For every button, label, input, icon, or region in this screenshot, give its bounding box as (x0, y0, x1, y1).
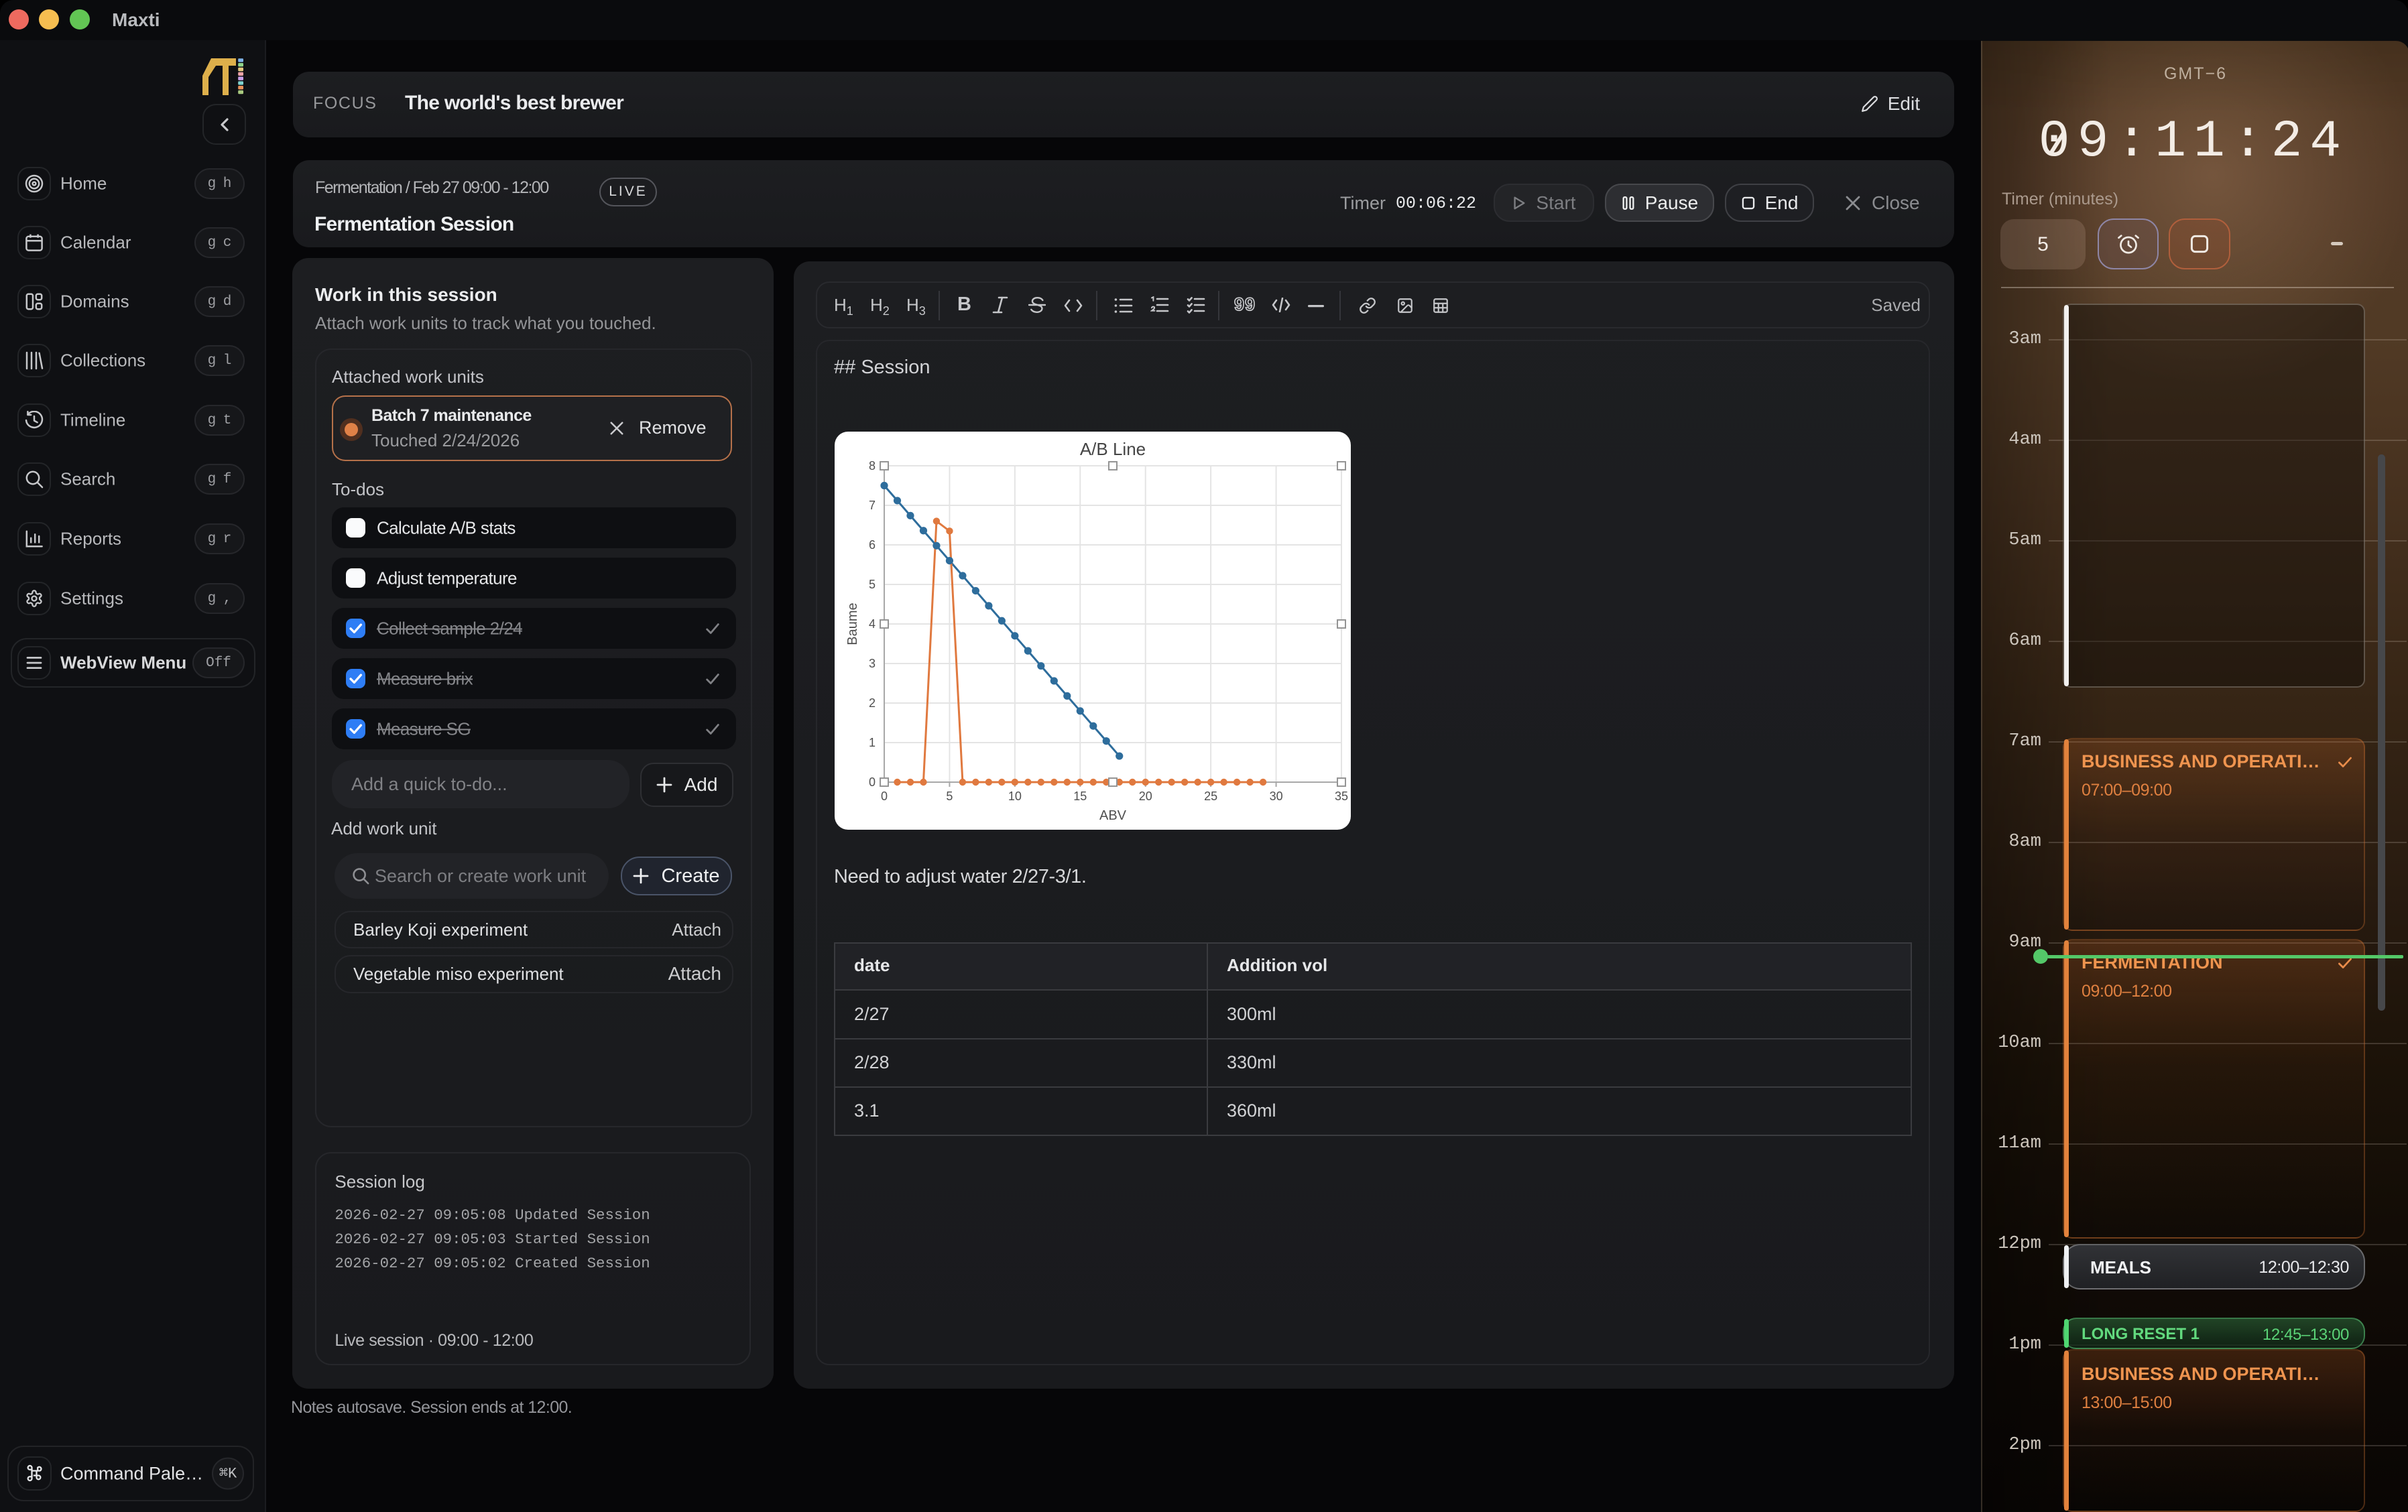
svg-text:35: 35 (1335, 790, 1348, 803)
svg-text:2: 2 (869, 696, 876, 710)
svg-text:25: 25 (1204, 790, 1217, 803)
svg-text:5: 5 (946, 790, 953, 803)
svg-text:6: 6 (869, 538, 876, 552)
svg-text:5: 5 (869, 578, 876, 591)
svg-text:ABV: ABV (1099, 808, 1127, 823)
svg-text:1: 1 (869, 736, 876, 749)
svg-text:0: 0 (881, 790, 888, 803)
svg-text:Baume: Baume (845, 603, 860, 645)
svg-text:A/B Line: A/B Line (1080, 439, 1146, 459)
svg-text:10: 10 (1008, 790, 1022, 803)
svg-text:7: 7 (869, 499, 876, 512)
svg-text:3: 3 (869, 657, 876, 670)
svg-text:15: 15 (1073, 790, 1087, 803)
svg-text:30: 30 (1270, 790, 1283, 803)
svg-text:99: 99 (1234, 294, 1256, 314)
svg-text:8: 8 (869, 459, 876, 472)
svg-text:0: 0 (869, 775, 876, 789)
svg-text:4: 4 (869, 617, 876, 631)
svg-text:20: 20 (1139, 790, 1152, 803)
